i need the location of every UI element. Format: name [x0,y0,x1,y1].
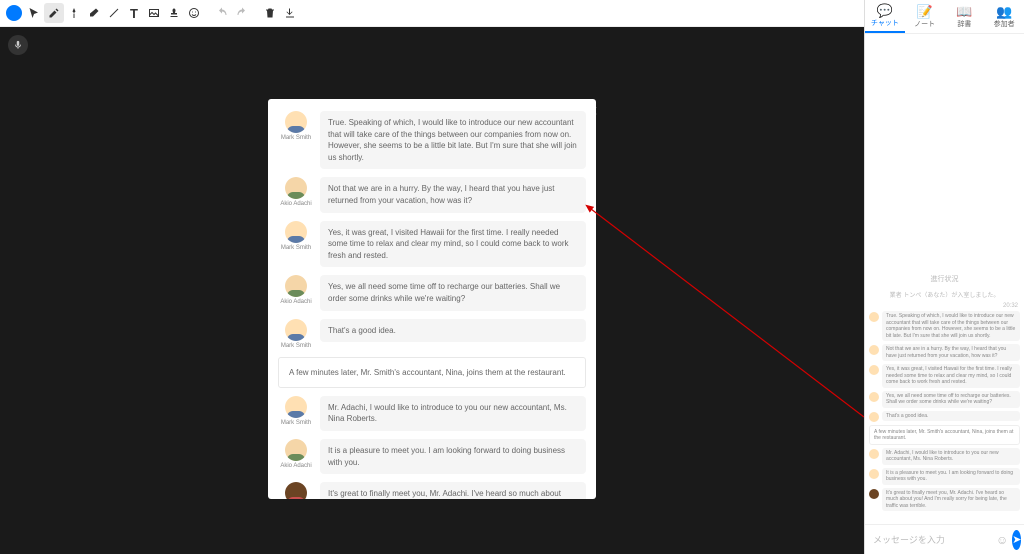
message-bubble: Mr. Adachi, I would like to introduce to… [320,396,586,431]
tab-参加者[interactable]: 👥参加者 [984,0,1024,33]
mini-message-row: Yes, it was great, I visited Hawaii for … [869,364,1020,388]
tab-icon: 📖 [956,5,972,18]
message-bubble: It's great to finally meet you, Mr. Adac… [320,482,586,499]
avatar [285,177,307,199]
speaker-name: Akio Adachi [280,201,311,207]
redo-icon[interactable] [232,3,252,23]
tab-label: ノート [914,19,935,29]
mini-bubble: Not that we are in a hurry. By the way, … [882,344,1020,361]
status-line: 業者 トンぺ（あなた）が入室しました。 [865,290,1024,299]
mini-avatar [869,449,879,459]
mini-avatar [869,412,879,422]
message-bubble: It is a pleasure to meet you. I am looki… [320,439,586,474]
avatar [285,319,307,341]
trash-icon[interactable] [260,3,280,23]
mini-avatar [869,365,879,375]
tab-icon: 💬 [877,4,893,17]
conversation-modal: Mark Smith True. Speaking of which, I wou… [268,99,596,499]
status-title: 進行状況 [865,274,1024,284]
avatar [285,111,307,133]
mini-message-row: It is a pleasure to meet you. I am looki… [869,468,1020,485]
tab-チャット[interactable]: 💬チャット [865,0,905,33]
mini-message-row: Yes, we all need some time off to rechar… [869,391,1020,408]
mini-bubble: Yes, it was great, I visited Hawaii for … [882,364,1020,388]
mini-bubble: Yes, we all need some time off to rechar… [882,391,1020,408]
tab-辞書[interactable]: 📖辞書 [945,0,985,33]
mini-avatar [869,489,879,499]
whiteboard-canvas[interactable]: ✕ Mark SmithTrue. Speaking of which, I w… [0,27,864,554]
speaker-name: Mark Smith [281,420,311,426]
mini-avatar [869,392,879,402]
pen-tool-icon[interactable] [64,3,84,23]
tab-icon: 👥 [996,5,1012,18]
speaker-name: Mark Smith [281,135,311,141]
mini-bubble: It's great to finally meet you, Mr. Adac… [882,488,1020,512]
mini-narration: A few minutes later, Mr. Smith's account… [869,425,1020,445]
message-row: NinaIt's great to finally meet you, Mr. … [278,482,586,499]
mini-bubble: Mr. Adachi, I would like to introduce to… [882,448,1020,465]
image-tool-icon[interactable] [144,3,164,23]
message-row: Akio Adachi Yes, we all need some time of… [278,275,586,310]
mic-button[interactable] [8,35,28,55]
message-bubble: That's a good idea. [320,319,586,343]
speaker-name: Akio Adachi [280,299,311,305]
message-row: Mark Smith Mr. Adachi, I would like to in… [278,396,586,431]
mini-message-row: Mr. Adachi, I would like to introduce to… [869,448,1020,465]
text-tool-icon[interactable]: T [124,3,144,23]
chat-input-bar: ☺ ➤ [865,524,1024,554]
tab-ノート[interactable]: 📝ノート [905,0,945,33]
mini-message-row: It's great to finally meet you, Mr. Adac… [869,488,1020,512]
mini-bubble: That's a good idea. [882,411,1020,422]
message-bubble: Not that we are in a hurry. By the way, … [320,177,586,212]
tab-label: 参加者 [994,19,1015,29]
avatar [285,439,307,461]
tab-label: チャット [871,18,899,28]
emoji-picker-icon[interactable]: ☺ [996,533,1008,547]
mini-message-row: Not that we are in a hurry. By the way, … [869,344,1020,361]
tab-label: 辞書 [957,19,971,29]
chat-timestamp: 20:32 [865,299,1024,311]
message-row: Mark Smith That's a good idea. [278,319,586,349]
undo-icon[interactable] [212,3,232,23]
send-button[interactable]: ➤ [1012,530,1021,550]
emoji-tool-icon[interactable] [184,3,204,23]
narration-text: A few minutes later, Mr. Smith's account… [278,357,586,388]
message-row: Mark Smith True. Speaking of which, I wou… [278,111,586,169]
line-tool-icon[interactable] [104,3,124,23]
avatar [285,482,307,499]
brand-circle-icon[interactable] [6,5,22,21]
mini-bubble: True. Speaking of which, I would like to… [882,311,1020,341]
speaker-name: Mark Smith [281,343,311,349]
message-row: Akio Adachi Not that we are in a hurry. B… [278,177,586,212]
avatar [285,396,307,418]
message-row: Akio Adachi It is a pleasure to meet you.… [278,439,586,474]
avatar [285,275,307,297]
download-icon[interactable] [280,3,300,23]
mini-avatar [869,469,879,479]
mini-bubble: It is a pleasure to meet you. I am looki… [882,468,1020,485]
message-row: Mark Smith Yes, it was great, I visited H… [278,221,586,268]
stamp-tool-icon[interactable] [164,3,184,23]
right-panel: 💬チャット📝ノート📖辞書👥参加者 進行状況 業者 トンぺ（あなた）が入室しました… [864,0,1024,554]
mini-avatar [869,345,879,355]
mini-message-row: True. Speaking of which, I would like to… [869,311,1020,341]
message-bubble: Yes, it was great, I visited Hawaii for … [320,221,586,268]
pencil-tool-icon[interactable] [44,3,64,23]
speaker-name: Mark Smith [281,245,311,251]
message-bubble: True. Speaking of which, I would like to… [320,111,586,169]
avatar [285,221,307,243]
mini-message-row: That's a good idea. [869,411,1020,422]
tab-icon: 📝 [917,5,933,18]
chat-input[interactable] [871,534,992,546]
eraser-tool-icon[interactable] [84,3,104,23]
speaker-name: Akio Adachi [280,463,311,469]
mini-avatar [869,312,879,322]
message-bubble: Yes, we all need some time off to rechar… [320,275,586,310]
cursor-tool-icon[interactable] [24,3,44,23]
